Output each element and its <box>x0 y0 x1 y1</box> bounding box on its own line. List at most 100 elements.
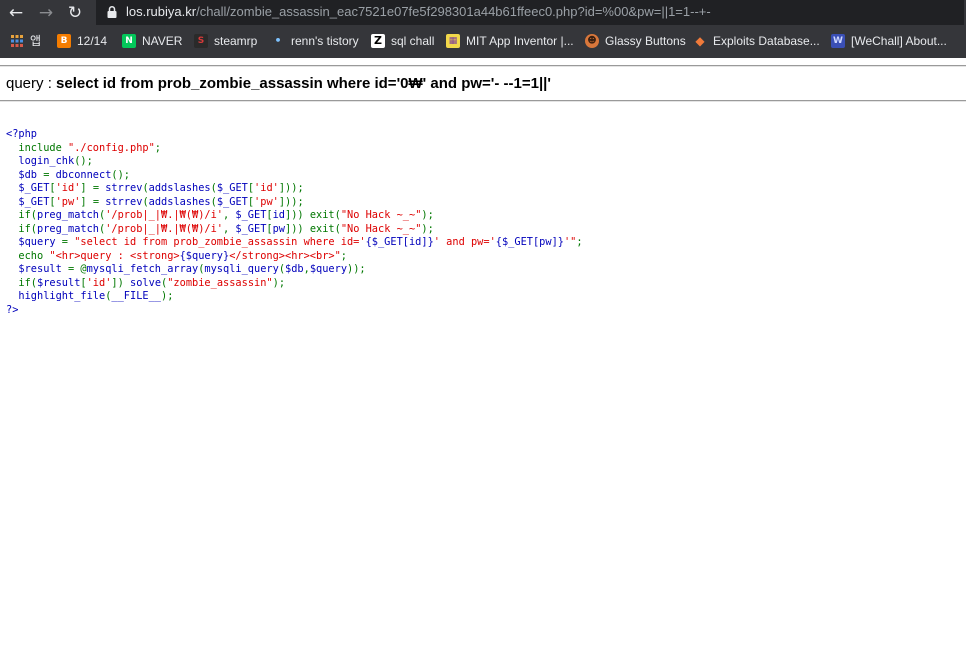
back-arrow-icon[interactable]: ← <box>5 2 27 24</box>
code-token: $_GET <box>216 195 248 208</box>
bookmark-label: Exploits Database... <box>713 33 820 48</box>
code-line: $_GET['id'] = strrev(addslashes($_GET['i… <box>6 182 583 196</box>
bookmark-glassy-buttons[interactable]: ☻ Glassy Buttons <box>585 25 686 56</box>
code-token: = <box>43 168 56 181</box>
bookmark-label: NAVER <box>142 33 183 48</box>
code-token: ); <box>272 276 286 289</box>
forward-arrow-icon[interactable]: → <box>35 2 57 24</box>
code-token: 'id' <box>254 182 279 194</box>
code-token: (); <box>111 168 131 181</box>
code-token: __FILE__ <box>111 290 162 302</box>
code-token: = @ <box>68 263 87 275</box>
bookmark-label: [WeChall] About... <box>851 33 947 48</box>
code-token: "zombie_assassin" <box>167 276 273 289</box>
code-token: 'pw' <box>55 195 81 208</box>
code-line: if($result['id']) solve("zombie_assassin… <box>6 277 583 291</box>
glassy-buttons-icon: ☻ <box>585 33 599 48</box>
code-line: $_GET['pw'] = strrev(addslashes($_GET['p… <box>6 196 583 210</box>
bookmark-tistory[interactable]: • renn's tistory <box>271 25 359 56</box>
steamrp-icon: S <box>194 33 208 48</box>
bookmark-label: 12/14 <box>77 33 108 48</box>
bookmark-wechall[interactable]: W [WeChall] About... <box>831 25 947 56</box>
bookmark-label: sql chall <box>391 33 435 48</box>
exploit-db-icon: ◆ <box>695 33 705 48</box>
lock-icon[interactable] <box>105 5 119 19</box>
code-token: 'pw' <box>254 195 279 208</box>
code-token: , <box>223 222 236 235</box>
code-token: , <box>223 209 236 221</box>
code-token: $_GET <box>235 222 267 235</box>
blogger-icon: B <box>57 33 71 48</box>
code-token: $db <box>6 168 44 181</box>
code-token: echo <box>6 249 50 262</box>
url-path: /chall/zombie_assassin_eac7521e07fe5f298… <box>196 4 711 19</box>
code-token: '" <box>563 236 577 248</box>
bookmark-exploit-db[interactable]: ◆ Exploits Database... <box>693 25 820 56</box>
php-open-tag: <?php <box>6 128 37 140</box>
code-token: if( <box>6 222 37 235</box>
code-token: include <box>6 141 68 154</box>
code-token: 'id' <box>86 276 112 289</box>
code-token: "select id from prob_zombie_assassin whe… <box>74 236 366 248</box>
code-token: {$_GET[id]} <box>365 236 434 248</box>
code-token: (); <box>74 155 93 167</box>
code-token: "<hr>query : <strong> <box>49 249 180 262</box>
bookmark-sql-chall[interactable]: Z sql chall <box>371 25 434 56</box>
code-token: $query <box>6 236 62 248</box>
z-icon: Z <box>371 33 385 48</box>
php-source-code: <?php include "./config.php"; login_chk(… <box>6 128 583 317</box>
code-token: "No Hack ~_~" <box>340 222 422 235</box>
reload-icon[interactable]: ↻ <box>64 2 86 24</box>
wechall-icon: W <box>831 33 845 48</box>
bookmark-label: steamrp <box>214 33 258 48</box>
bookmark-apps[interactable]: 앱 <box>10 25 41 56</box>
code-token: addslashes <box>148 182 211 194</box>
code-token: dbconnect <box>55 168 112 181</box>
code-token: ])) exit( <box>285 222 341 235</box>
bookmark-blogger[interactable]: B 12/14 <box>57 25 107 56</box>
code-token: = <box>61 236 75 248</box>
horizontal-rule <box>0 65 966 67</box>
code-token: if( <box>6 209 37 221</box>
bookmark-label: MIT App Inventor |... <box>466 33 574 48</box>
code-token: "No Hack ~_~" <box>340 209 422 221</box>
code-token: ] = <box>80 182 106 194</box>
bookmark-naver[interactable]: N NAVER <box>122 25 182 56</box>
bookmark-label: 앱 <box>30 34 42 48</box>
code-line: if(preg_match('/prob|_|₩.|₩(₩)/i', $_GET… <box>6 223 583 237</box>
code-token: ] = <box>80 195 106 208</box>
query-label: query : <box>6 75 57 92</box>
bookmark-label: Glassy Buttons <box>605 33 686 48</box>
code-token: pw <box>272 222 286 235</box>
url-text[interactable]: los.rubiya.kr/chall/zombie_assassin_eac7… <box>126 4 711 19</box>
code-token: $_GET <box>216 182 248 194</box>
code-token: </strong><hr><br>" <box>229 249 341 262</box>
code-token: if( <box>6 276 37 289</box>
code-token: )); <box>347 263 366 275</box>
code-line: $query = "select id from prob_zombie_ass… <box>6 236 582 250</box>
code-token: solve <box>130 276 162 289</box>
code-token: ); <box>421 222 434 235</box>
code-token: $query <box>309 263 348 275</box>
code-token: {$_GET[pw]} <box>495 236 564 248</box>
code-token: ; <box>154 141 161 154</box>
query-line: query : select id from prob_zombie_assas… <box>6 75 551 92</box>
address-bar[interactable]: los.rubiya.kr/chall/zombie_assassin_eac7… <box>96 0 964 25</box>
code-token: ])) exit( <box>285 209 341 221</box>
apps-icon <box>11 34 23 47</box>
code-token: highlight_file <box>6 290 106 302</box>
bookmark-label: renn's tistory <box>291 33 359 48</box>
code-token: $db <box>285 263 304 275</box>
bookmark-steamrp[interactable]: S steamrp <box>194 25 257 56</box>
horizontal-rule <box>0 100 966 102</box>
code-token: login_chk <box>6 155 75 167</box>
tistory-icon: • <box>274 34 282 47</box>
code-line: login_chk(); <box>6 155 583 169</box>
bookmark-app-inventor[interactable]: ▦ MIT App Inventor |... <box>446 25 574 56</box>
code-token: $_GET <box>235 209 267 221</box>
code-line: if(preg_match('/prob|_|₩.|₩(₩)/i', $_GET… <box>6 209 583 223</box>
code-token: strrev <box>105 195 143 208</box>
code-token: "./config.php" <box>68 141 155 154</box>
code-token: addslashes <box>148 195 211 208</box>
code-token: ]) <box>111 276 131 289</box>
